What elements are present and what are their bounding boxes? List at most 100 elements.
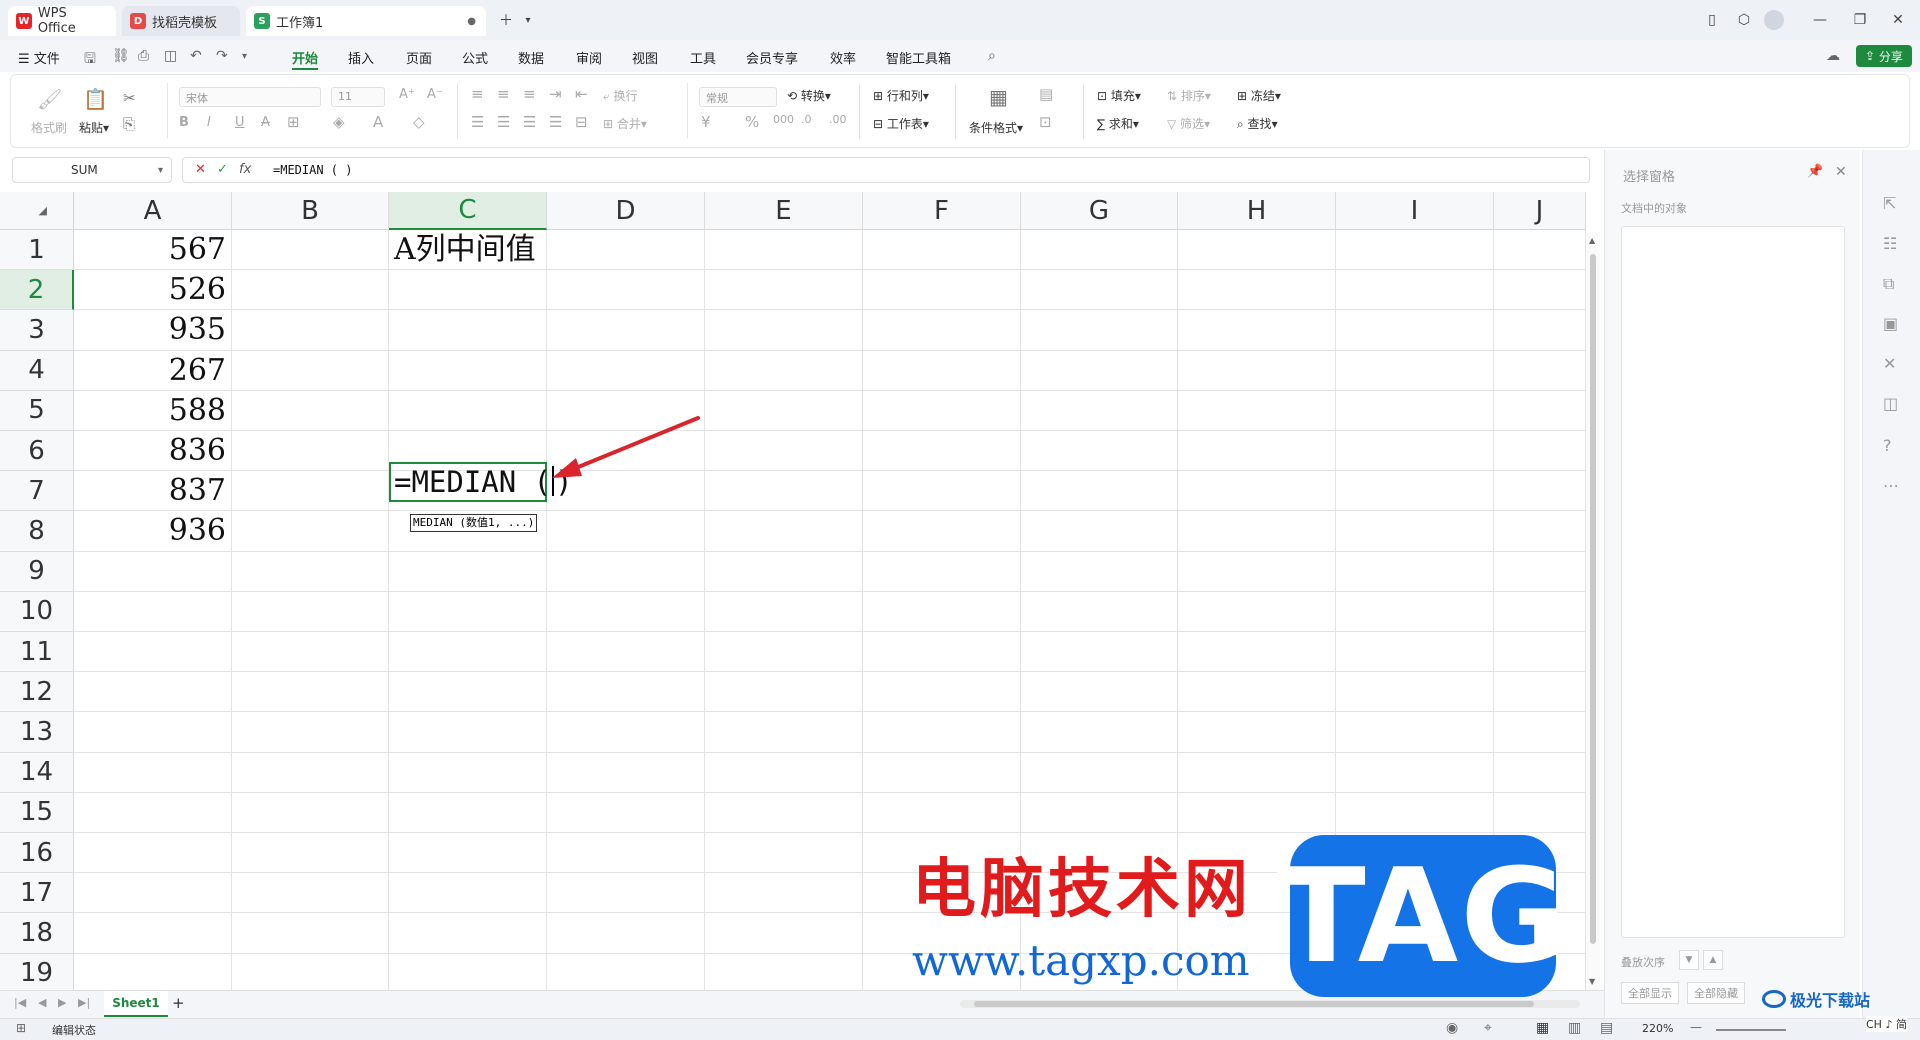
outdent-icon[interactable]: ⇤ (575, 85, 588, 103)
row-header-14[interactable]: 14 (0, 752, 74, 793)
paste-icon[interactable]: 📋 (83, 87, 108, 111)
name-box[interactable]: SUM ▾ (12, 157, 172, 183)
row-col-button[interactable]: ⊞ 行和列▾ (873, 87, 929, 104)
increase-font-icon[interactable]: A⁺ (399, 87, 415, 102)
file-menu[interactable]: ☰ 文件 (18, 48, 60, 67)
cell-style-icon[interactable]: ▤ (1039, 85, 1053, 103)
row-header-1[interactable]: 1 (0, 230, 74, 271)
properties-icon[interactable]: ☷ (1883, 234, 1897, 253)
paste-button[interactable]: 粘贴▾ (79, 119, 109, 136)
horizontal-scrollbar[interactable] (960, 1000, 1580, 1008)
copy-icon[interactable]: ⎘ (123, 115, 135, 133)
objects-list[interactable] (1621, 226, 1845, 938)
column-header-h[interactable]: H (1178, 192, 1336, 230)
box-icon[interactable]: ⬡ (1732, 8, 1756, 32)
font-size-select[interactable]: 11 (331, 87, 385, 107)
align-top-icon[interactable]: ≡ (471, 85, 484, 103)
link-icon[interactable]: ⛓ (112, 48, 130, 64)
share-button[interactable]: ⇪ 分享 (1856, 45, 1912, 67)
row-header-15[interactable]: 15 (0, 792, 74, 833)
cell-a4[interactable]: 267 (74, 351, 226, 391)
distribute-icon[interactable]: ⊟ (575, 113, 588, 131)
format-painter-icon[interactable]: 🖌 (37, 87, 62, 111)
add-sheet-icon[interactable]: + (172, 994, 185, 1012)
zoom-level[interactable]: 220% (1642, 1022, 1673, 1035)
strikethrough-icon[interactable]: A (261, 115, 270, 130)
style-icon[interactable]: ⧉ (1883, 274, 1894, 294)
row-header-13[interactable]: 13 (0, 712, 74, 753)
zoom-out-icon[interactable]: — (1690, 1020, 1702, 1034)
avatar[interactable] (1764, 10, 1784, 30)
menu-member[interactable]: 会员专享 (746, 48, 798, 67)
unsaved-dot-icon[interactable]: ● (467, 16, 476, 27)
menu-view[interactable]: 视图 (632, 48, 658, 67)
row-header-8[interactable]: 8 (0, 511, 74, 552)
cell-a1[interactable]: 567 (74, 230, 226, 270)
macro-icon[interactable]: ⊞ (16, 1021, 26, 1035)
column-header-a[interactable]: A (74, 192, 232, 230)
new-tab-plus-icon[interactable]: ＋ (494, 8, 518, 32)
row-header-11[interactable]: 11 (0, 632, 74, 673)
row-header-12[interactable]: 12 (0, 672, 74, 713)
select-pointer-icon[interactable]: ⇱ (1883, 194, 1896, 213)
more-icon[interactable]: ⋯ (1883, 476, 1899, 495)
undo-icon[interactable]: ↶ (190, 48, 202, 64)
cell-a8[interactable]: 936 (74, 511, 226, 551)
menu-efficiency[interactable]: 效率 (830, 48, 856, 67)
view-settings-icon[interactable]: ⌖ (1484, 1020, 1492, 1036)
fill-button[interactable]: ⊡ 填充▾ (1097, 87, 1141, 104)
scroll-up-icon[interactable]: ▲ (1589, 236, 1595, 245)
row-header-6[interactable]: 6 (0, 431, 74, 472)
cell-a2[interactable]: 526 (74, 270, 226, 310)
print-icon[interactable]: ⎙ (138, 48, 149, 64)
merge-button[interactable]: ⊞ 合并▾ (603, 115, 647, 132)
fill-color-icon[interactable]: ◈ (333, 113, 345, 131)
pin-icon[interactable]: 📌 (1807, 164, 1823, 179)
cancel-formula-icon[interactable]: ✕ (195, 162, 206, 177)
format-painter-button[interactable]: 格式刷 (31, 119, 67, 136)
column-header-b[interactable]: B (232, 192, 389, 230)
menu-page[interactable]: 页面 (406, 48, 432, 67)
prev-sheet-icon[interactable]: ◀ (38, 996, 46, 1009)
image-icon[interactable]: ▣ (1883, 314, 1898, 333)
indent-icon[interactable]: ⇥ (549, 85, 562, 103)
tab-wps-office[interactable]: W WPS Office (8, 6, 116, 36)
restore-icon[interactable]: ❐ (1848, 8, 1872, 32)
bold-icon[interactable]: B (179, 115, 189, 130)
close-window-icon[interactable]: ✕ (1886, 8, 1910, 32)
row-header-18[interactable]: 18 (0, 913, 74, 954)
help-icon[interactable]: ? (1883, 436, 1892, 455)
table-style-icon[interactable]: ⊡ (1039, 113, 1052, 131)
conditional-format-icon[interactable]: ▦ (989, 85, 1008, 109)
name-box-chevron-icon[interactable]: ▾ (158, 165, 163, 176)
confirm-formula-icon[interactable]: ✓ (217, 162, 228, 177)
column-header-j[interactable]: J (1494, 192, 1586, 230)
cell-a5[interactable]: 588 (74, 391, 226, 431)
row-header-7[interactable]: 7 (0, 471, 74, 512)
find-button[interactable]: ⌕ 查找▾ (1237, 115, 1278, 132)
align-left-icon[interactable]: ☰ (471, 113, 484, 131)
cell-c1[interactable]: A列中间值 (394, 230, 536, 270)
sort-button[interactable]: ⇅ 排序▾ (1167, 87, 1211, 104)
normal-view-icon[interactable]: ▦ (1536, 1020, 1549, 1036)
more-chevron-icon[interactable]: ▾ (242, 51, 247, 62)
first-sheet-icon[interactable]: |◀ (14, 996, 26, 1009)
freeze-button[interactable]: ⊞ 冻结▾ (1237, 87, 1281, 104)
sheet-tab-sheet1[interactable]: Sheet1 (104, 991, 168, 1017)
minimize-icon[interactable]: — (1808, 8, 1832, 32)
align-middle-icon[interactable]: ≡ (497, 85, 510, 103)
eye-protection-icon[interactable]: ◉ (1446, 1020, 1458, 1036)
menu-review[interactable]: 审阅 (576, 48, 602, 67)
page-break-icon[interactable]: ▤ (1600, 1020, 1613, 1036)
increase-decimal-icon[interactable]: .0 (801, 113, 812, 126)
column-header-i[interactable]: I (1336, 192, 1494, 230)
worksheet-button[interactable]: ⊟ 工作表▾ (873, 115, 929, 132)
move-up-button[interactable]: ▲ (1703, 950, 1723, 970)
menu-smart-tools[interactable]: 智能工具箱 (886, 48, 951, 67)
font-name-select[interactable]: 宋体 (179, 87, 321, 107)
filter-button[interactable]: ▽ 筛选▾ (1167, 115, 1210, 132)
formula-input[interactable]: =MEDIAN ( ) (273, 163, 352, 177)
select-all-corner[interactable]: ◢ (0, 192, 74, 230)
row-header-10[interactable]: 10 (0, 591, 74, 632)
row-header-17[interactable]: 17 (0, 873, 74, 914)
